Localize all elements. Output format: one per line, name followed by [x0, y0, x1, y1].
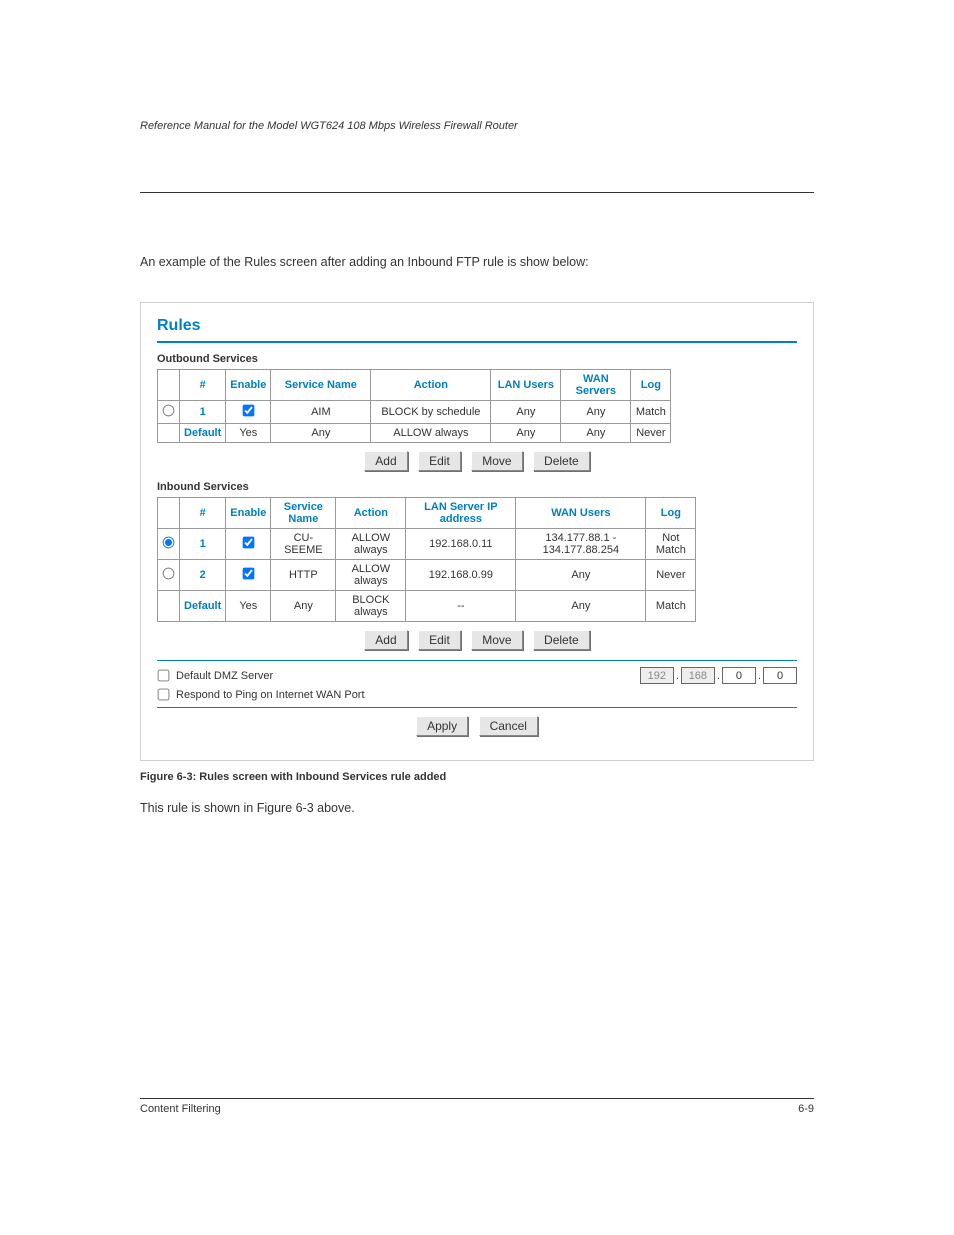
panel-title-rule [157, 341, 797, 343]
options-rule-bottom [157, 707, 797, 708]
table-row: 1 CU-SEEMEALLOW always192.168.0.11134.177… [158, 529, 696, 560]
table-header: LAN Server IP address [406, 498, 516, 529]
dmz-ip-3[interactable] [722, 667, 756, 684]
ping-checkbox[interactable] [158, 689, 170, 701]
figure-caption: Figure 6-3: Rules screen with Inbound Se… [140, 771, 814, 783]
cell-service: Any [271, 591, 336, 622]
dmz-ip-1[interactable] [640, 667, 674, 684]
cell-wan: Any [516, 560, 646, 591]
cell-action: ALLOW always [336, 529, 406, 560]
inbound-delete-button[interactable]: Delete [533, 630, 590, 650]
outbound-table: #EnableService NameActionLAN UsersWAN Se… [157, 369, 671, 443]
row-select-radio[interactable] [163, 405, 175, 417]
cell-service: Any [271, 424, 371, 443]
dmz-row: Default DMZ Server . . . [157, 667, 797, 684]
table-row: 2 HTTPALLOW always192.168.0.99AnyNever [158, 560, 696, 591]
outbound-add-button[interactable]: Add [364, 451, 407, 471]
table-header: Log [631, 370, 671, 401]
cell-action: BLOCK always [336, 591, 406, 622]
cancel-button[interactable]: Cancel [479, 716, 538, 736]
inbound-edit-button[interactable]: Edit [418, 630, 461, 650]
cell-lan: Any [491, 424, 561, 443]
dmz-ip-group: . . . [640, 667, 797, 684]
inbound-move-button[interactable]: Move [471, 630, 522, 650]
dmz-ip-2[interactable] [681, 667, 715, 684]
inbound-table: #EnableService NameActionLAN Server IP a… [157, 497, 696, 622]
dmz-checkbox[interactable] [158, 670, 170, 682]
footer-left: Content Filtering [140, 1103, 221, 1115]
footer-buttons: Apply Cancel [157, 716, 797, 736]
ping-row: Respond to Ping on Internet WAN Port [157, 688, 797, 701]
page-footer: Content Filtering 6-9 [140, 1098, 814, 1115]
body-paragraph: This rule is shown in Figure 6-3 above. [140, 799, 814, 818]
cell-log: Match [631, 401, 671, 424]
outbound-move-button[interactable]: Move [471, 451, 522, 471]
row-enable-checkbox[interactable] [242, 405, 254, 417]
table-row: DefaultYesAnyBLOCK always--AnyMatch [158, 591, 696, 622]
row-index[interactable]: 1 [180, 529, 226, 560]
row-enable-checkbox[interactable] [242, 537, 254, 549]
cell-action: ALLOW always [371, 424, 491, 443]
dmz-label: Default DMZ Server [176, 670, 273, 682]
cell-log: Not Match [646, 529, 696, 560]
header-left: Reference Manual for the Model WGT624 10… [140, 120, 814, 132]
cell-log: Never [631, 424, 671, 443]
table-header: Service Name [271, 498, 336, 529]
cell-lan: Any [491, 401, 561, 424]
outbound-edit-button[interactable]: Edit [418, 451, 461, 471]
intro-text: An example of the Rules screen after add… [140, 253, 814, 272]
table-header: WAN Servers [561, 370, 631, 401]
cell-service: CU-SEEME [271, 529, 336, 560]
cell-lan: 192.168.0.11 [406, 529, 516, 560]
row-index[interactable]: 2 [180, 560, 226, 591]
cell-log: Never [646, 560, 696, 591]
cell-log: Match [646, 591, 696, 622]
table-header: # [180, 370, 226, 401]
options-rule-top [157, 660, 797, 661]
row-select-radio[interactable] [163, 568, 175, 580]
row-index[interactable]: Default [180, 424, 226, 443]
table-header: Action [371, 370, 491, 401]
footer-right: 6-9 [798, 1103, 814, 1115]
outbound-delete-button[interactable]: Delete [533, 451, 590, 471]
table-header: Enable [226, 370, 271, 401]
rules-panel: Rules Outbound Services #EnableService N… [140, 302, 814, 761]
row-index[interactable]: 1 [180, 401, 226, 424]
table-header: Log [646, 498, 696, 529]
table-header: LAN Users [491, 370, 561, 401]
cell-wan: Any [516, 591, 646, 622]
table-header: # [180, 498, 226, 529]
cell-service: HTTP [271, 560, 336, 591]
cell-lan: 192.168.0.99 [406, 560, 516, 591]
ping-label: Respond to Ping on Internet WAN Port [176, 689, 365, 701]
outbound-label: Outbound Services [157, 353, 797, 365]
outbound-buttons: Add Edit Move Delete [157, 451, 797, 471]
header-rule [140, 192, 814, 193]
row-index[interactable]: Default [180, 591, 226, 622]
apply-button[interactable]: Apply [416, 716, 468, 736]
cell-action: ALLOW always [336, 560, 406, 591]
inbound-label: Inbound Services [157, 481, 797, 493]
dmz-ip-4[interactable] [763, 667, 797, 684]
table-row: DefaultYesAnyALLOW alwaysAnyAnyNever [158, 424, 671, 443]
cell-action: BLOCK by schedule [371, 401, 491, 424]
table-header [158, 370, 180, 401]
cell-wan: 134.177.88.1 - 134.177.88.254 [516, 529, 646, 560]
table-header: Enable [226, 498, 271, 529]
cell-wan: Any [561, 401, 631, 424]
table-header [158, 498, 180, 529]
cell-service: AIM [271, 401, 371, 424]
cell-wan: Any [561, 424, 631, 443]
panel-title: Rules [157, 317, 797, 335]
table-header: Action [336, 498, 406, 529]
inbound-buttons: Add Edit Move Delete [157, 630, 797, 650]
table-header: WAN Users [516, 498, 646, 529]
table-header: Service Name [271, 370, 371, 401]
row-enable-checkbox[interactable] [242, 568, 254, 580]
inbound-add-button[interactable]: Add [364, 630, 407, 650]
table-row: 1AIMBLOCK by scheduleAnyAnyMatch [158, 401, 671, 424]
row-select-radio[interactable] [163, 537, 175, 549]
cell-lan: -- [406, 591, 516, 622]
